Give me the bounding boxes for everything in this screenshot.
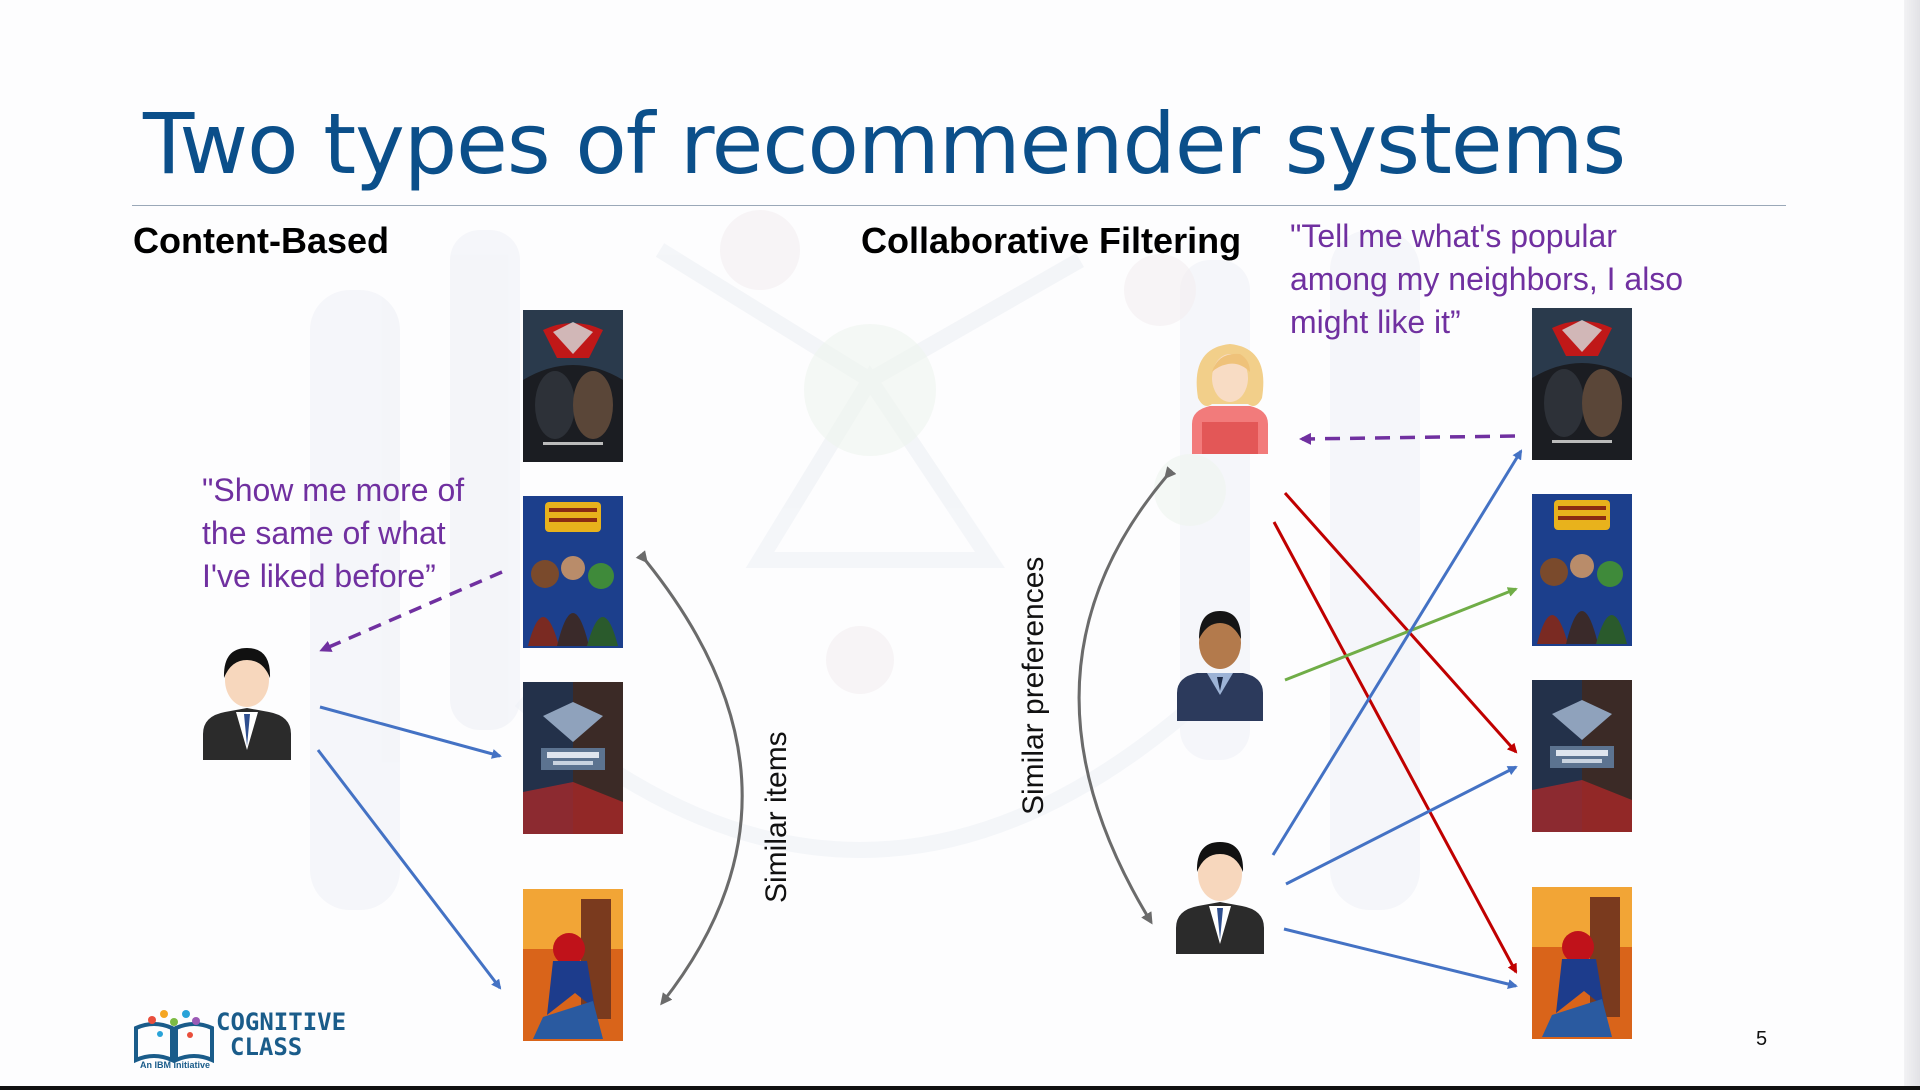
poster-spider-man	[1532, 887, 1632, 1039]
book-network-icon	[134, 1010, 214, 1064]
user-icon	[203, 642, 291, 765]
poster-captain-america-civil-war	[523, 682, 623, 834]
arrow-neighbor-to-guardians	[1284, 587, 1518, 682]
poster-guardians-of-the-galaxy	[1532, 494, 1632, 646]
poster-batman-v-superman	[1532, 308, 1632, 460]
logo-line: CLASS	[230, 1033, 303, 1061]
page-number: 5	[1756, 1028, 1768, 1050]
dark-skinned-user-icon	[1177, 603, 1263, 726]
arrow-recommend-guardians	[319, 570, 503, 652]
poster-spider-man	[523, 889, 623, 1041]
arrow-target-to-civil-war	[1285, 765, 1518, 886]
arrow-user-to-spider-man	[316, 749, 502, 990]
arrow-target-to-batman	[1271, 449, 1523, 856]
poster-batman-v-superman	[523, 310, 623, 462]
arrow-female-to-spider-man	[1272, 521, 1518, 974]
logo-line: COGNITIVE	[216, 1008, 347, 1036]
arrow-female-to-civil-war	[1283, 492, 1518, 754]
female-user-icon	[1188, 338, 1272, 459]
slide: Two types of recommender systems Content…	[0, 0, 1920, 1090]
logo-subtitle: An IBM Initiative	[140, 1060, 211, 1070]
cognitive-class-logo: COGNITIVE CLASS An IBM Initiative	[134, 1008, 354, 1074]
poster-captain-america-civil-war	[1532, 680, 1632, 832]
similar-preferences-label: Similar preferences	[1017, 556, 1050, 815]
arrow-target-to-spider-man	[1283, 927, 1518, 989]
poster-guardians-of-the-galaxy	[523, 496, 623, 648]
similar-items-label: Similar items	[760, 731, 793, 903]
arrow-recommend-batman	[1299, 432, 1516, 445]
window-edge	[1904, 0, 1920, 1090]
target-user-icon	[1176, 838, 1264, 959]
similar-items-curve	[635, 550, 744, 1006]
similar-preferences-curve	[1077, 466, 1177, 925]
bottom-border	[0, 1086, 1920, 1090]
arrow-user-to-civil-war	[319, 705, 502, 759]
logo-wordmark: COGNITIVE CLASS	[216, 1010, 346, 1060]
relationship-arrows	[316, 432, 1523, 1006]
